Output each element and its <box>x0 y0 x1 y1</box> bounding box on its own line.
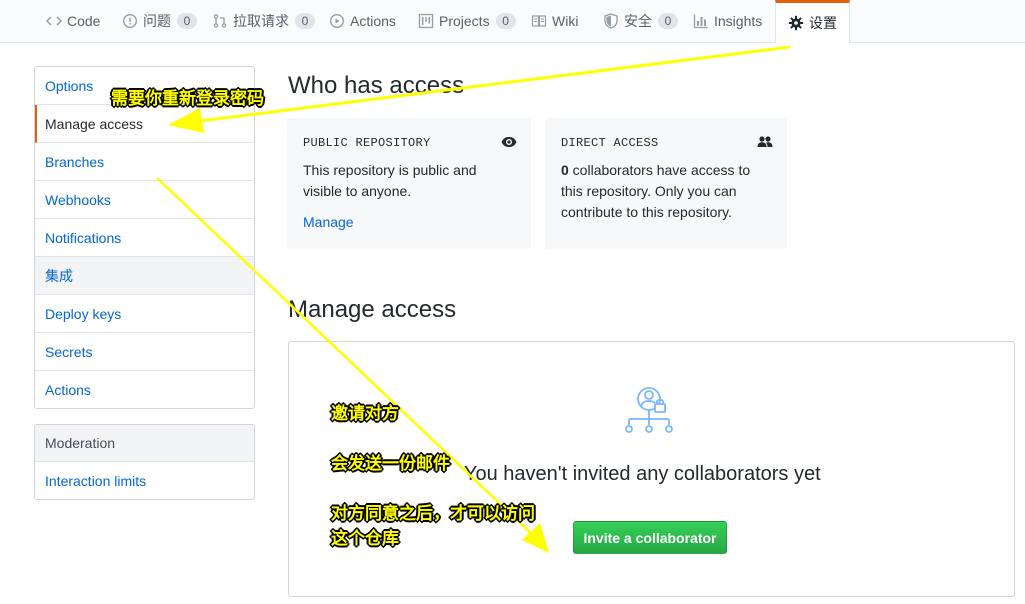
tab-issues[interactable]: 问题 0 <box>122 0 197 42</box>
sidebar-item-notifications[interactable]: Notifications <box>35 219 254 257</box>
count-badge: 0 <box>177 13 197 29</box>
count-badge: 0 <box>658 13 678 29</box>
card-description: This repository is public and visible to… <box>303 162 477 199</box>
annotation-invite: 邀请对方 <box>331 404 399 424</box>
empty-state-message: You haven't invited any collaborators ye… <box>464 463 821 485</box>
tab-pull-requests[interactable]: 拉取请求 0 <box>212 0 315 42</box>
code-icon <box>45 13 63 29</box>
project-icon <box>418 13 434 29</box>
annotation-repo-access: 这个仓库 <box>331 529 399 549</box>
tab-insights[interactable]: Insights <box>693 0 762 42</box>
graph-icon <box>693 13 709 29</box>
tab-projects[interactable]: Projects 0 <box>418 0 516 42</box>
sidebar-item-branches[interactable]: Branches <box>35 143 254 181</box>
gear-icon <box>788 15 804 31</box>
tab-label: 设置 <box>809 15 837 31</box>
repo-nav-tabs: Code 问题 0 拉取请求 0 Actions Projects 0 Wiki 安全… <box>0 0 1025 43</box>
tab-label: 安全 <box>624 13 652 29</box>
sidebar-item-actions[interactable]: Actions <box>35 371 254 408</box>
manage-link[interactable]: Manage <box>303 214 354 230</box>
eye-icon <box>501 134 517 153</box>
tab-security[interactable]: 安全 0 <box>603 0 678 42</box>
tab-label: 问题 <box>143 13 171 29</box>
tab-code[interactable]: Code <box>45 0 101 42</box>
tab-settings[interactable]: 设置 <box>775 0 850 43</box>
issue-icon <box>122 13 138 29</box>
tab-label: Actions <box>350 13 396 29</box>
tab-label: Projects <box>439 13 490 29</box>
annotation-relogin: 需要你重新登录密码 <box>111 89 264 109</box>
tab-wiki[interactable]: Wiki <box>531 0 578 42</box>
tab-label: Code <box>67 13 101 29</box>
tab-label: Wiki <box>552 13 579 29</box>
moderation-heading: Moderation <box>35 425 254 462</box>
sidebar-item-manage-access[interactable]: Manage access <box>35 105 254 143</box>
public-repository-card: PUBLIC REPOSITORY This repository is pub… <box>287 118 531 249</box>
shield-icon <box>603 13 619 29</box>
sidebar-item-deploy-keys[interactable]: Deploy keys <box>35 295 254 333</box>
direct-access-card: DIRECT ACCESS 0 collaborators have acces… <box>545 118 787 249</box>
settings-sidebar-menu: Options Manage access Branches Webhooks … <box>34 66 255 409</box>
collaborators-illustration-icon <box>624 385 676 438</box>
sidebar-item-secrets[interactable]: Secrets <box>35 333 254 371</box>
tab-actions[interactable]: Actions <box>329 0 396 42</box>
tab-label: 拉取请求 <box>233 13 289 29</box>
collaborator-count: 0 <box>561 162 569 178</box>
card-description-text: collaborators have access to this reposi… <box>561 162 751 220</box>
annotation-email: 会发送一份邮件 <box>331 454 450 474</box>
count-badge: 0 <box>495 13 516 29</box>
who-has-access-title: Who has access <box>288 72 465 99</box>
sidebar-item-interaction-limits[interactable]: Interaction limits <box>35 462 254 499</box>
pull-request-icon <box>212 13 228 29</box>
tab-label: Insights <box>714 13 763 29</box>
card-label: PUBLIC REPOSITORY <box>303 136 431 150</box>
people-icon <box>757 134 773 153</box>
play-icon <box>329 13 345 29</box>
manage-access-title: Manage access <box>288 296 457 323</box>
count-badge: 0 <box>295 13 315 29</box>
moderation-sidebar-menu: Moderation Interaction limits <box>34 424 255 500</box>
card-label: DIRECT ACCESS <box>561 136 659 150</box>
sidebar-item-webhooks[interactable]: Webhooks <box>35 181 254 219</box>
annotation-after-accept: 对方同意之后，才可以访问 <box>331 504 535 524</box>
invite-collaborator-button[interactable]: Invite a collaborator <box>573 521 727 554</box>
book-icon <box>531 13 547 29</box>
card-description: 0 collaborators have access to this repo… <box>561 160 761 223</box>
sidebar-item-integrations[interactable]: 集成 <box>35 257 254 295</box>
